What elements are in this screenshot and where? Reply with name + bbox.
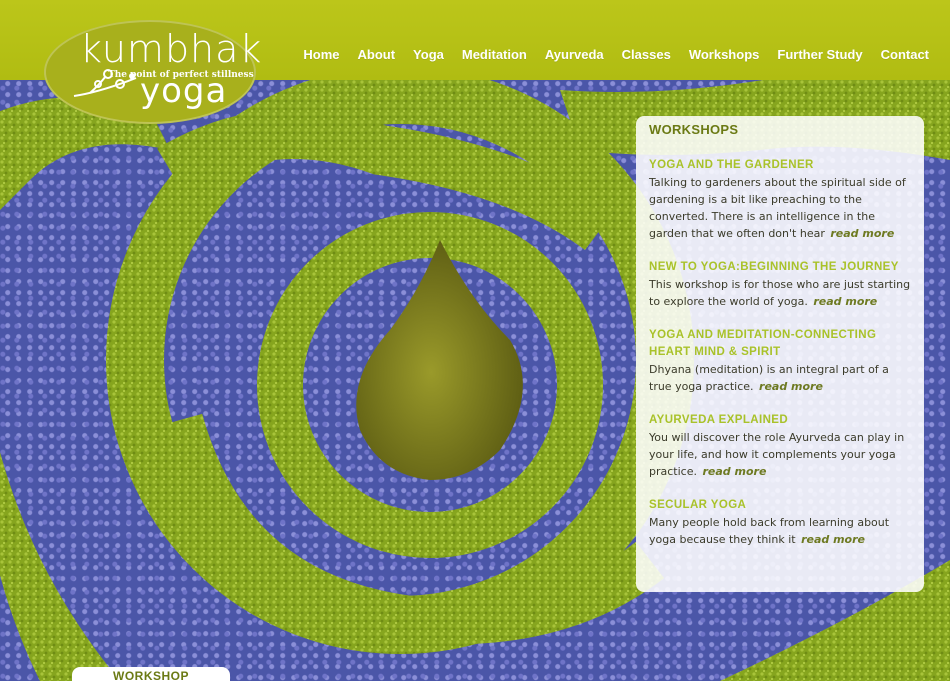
nav-home[interactable]: Home xyxy=(294,47,348,62)
nav-workshops[interactable]: Workshops xyxy=(680,47,769,62)
workshop-summary: You will discover the role Ayurveda can … xyxy=(649,429,911,480)
workshops-panel: WORKSHOPS YOGA AND THE GARDENER Talking … xyxy=(636,116,924,592)
nav-meditation[interactable]: Meditation xyxy=(453,47,536,62)
nav-further-study[interactable]: Further Study xyxy=(768,47,871,62)
workshop-item: YOGA AND MEDITATION-CONNECTING HEART MIN… xyxy=(649,327,911,395)
workshop-summary: Dhyana (meditation) is an integral part … xyxy=(649,361,911,395)
workshop-item: YOGA AND THE GARDENER Talking to gardene… xyxy=(649,157,911,242)
workshop-item: NEW TO YOGA:BEGINNING THE JOURNEY This w… xyxy=(649,259,911,310)
workshop-summary: Many people hold back from learning abou… xyxy=(649,514,911,548)
sprig-icon xyxy=(73,69,137,97)
workshop-heading[interactable]: AYURVEDA EXPLAINED xyxy=(649,412,911,429)
nav-ayurveda[interactable]: Ayurveda xyxy=(536,47,613,62)
nav-about[interactable]: About xyxy=(349,47,405,62)
main-nav: Home About Yoga Meditation Ayurveda Clas… xyxy=(294,47,938,62)
read-more-link[interactable]: read more xyxy=(759,380,823,393)
read-more-link[interactable]: read more xyxy=(830,227,894,240)
workshop-item: SECULAR YOGA Many people hold back from … xyxy=(649,497,911,548)
nav-contact[interactable]: Contact xyxy=(872,47,938,62)
workshop-item: AYURVEDA EXPLAINED You will discover the… xyxy=(649,412,911,480)
panel-title: WORKSHOPS xyxy=(649,122,739,137)
read-more-link[interactable]: read more xyxy=(702,465,766,478)
workshop-tab[interactable]: WORKSHOP xyxy=(72,667,230,681)
workshop-heading[interactable]: NEW TO YOGA:BEGINNING THE JOURNEY xyxy=(649,259,911,276)
nav-yoga[interactable]: Yoga xyxy=(404,47,453,62)
nav-classes[interactable]: Classes xyxy=(613,47,680,62)
workshop-text: You will discover the role Ayurveda can … xyxy=(649,431,905,478)
workshop-heading[interactable]: YOGA AND THE GARDENER xyxy=(649,157,911,174)
logo-word-bottom: yoga xyxy=(140,71,228,111)
workshop-summary: Talking to gardeners about the spiritual… xyxy=(649,174,911,242)
workshop-heading[interactable]: YOGA AND MEDITATION-CONNECTING HEART MIN… xyxy=(649,327,911,361)
logo-word-top: kumbhak xyxy=(80,27,263,71)
workshop-summary: This workshop is for those who are just … xyxy=(649,276,911,310)
read-more-link[interactable]: read more xyxy=(801,533,865,546)
site-header: kumbhak The point of perfect stillness y… xyxy=(0,0,950,124)
workshop-heading[interactable]: SECULAR YOGA xyxy=(649,497,911,514)
read-more-link[interactable]: read more xyxy=(813,295,877,308)
